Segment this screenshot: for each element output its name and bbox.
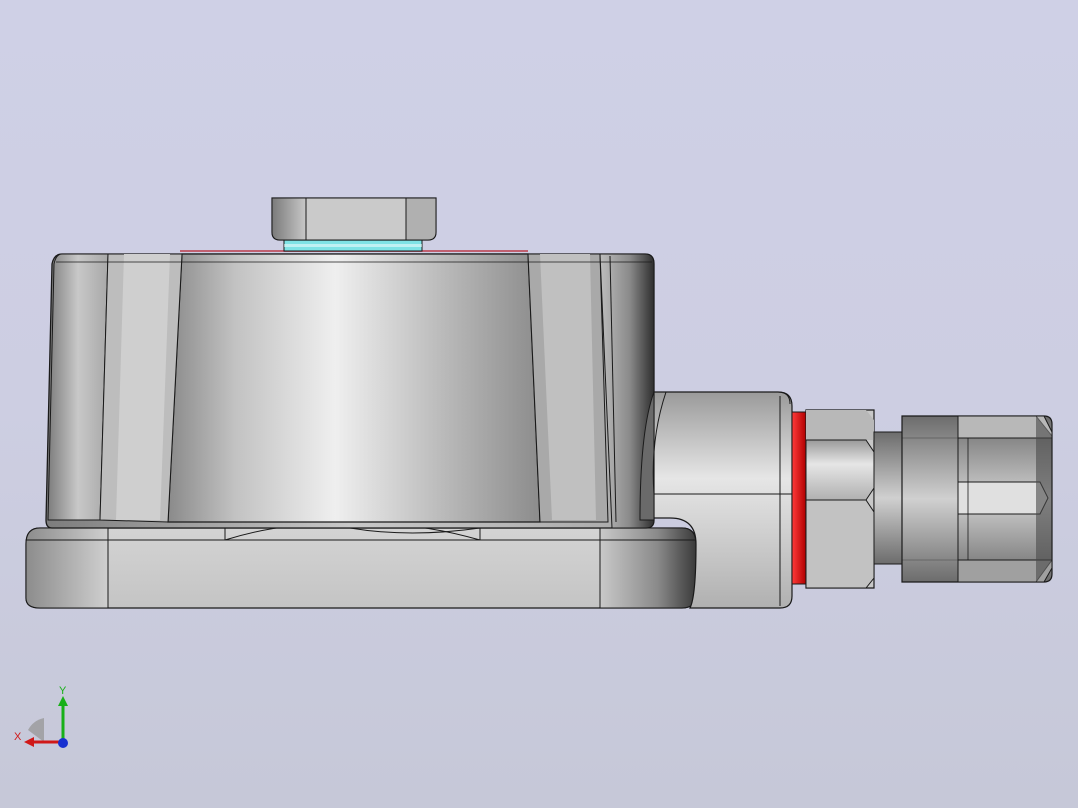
x-axis-label: X [14,731,22,743]
housing-body[interactable] [45,250,655,529]
hex-nut[interactable] [805,409,875,589]
axis-triad: Y X [14,685,68,748]
y-axis-arrowhead-icon [58,696,68,706]
connector-neck[interactable] [873,431,905,565]
top-hex-bolt[interactable] [271,197,437,252]
z-axis-dot-icon [58,738,68,748]
red-seal-ring[interactable] [791,411,807,585]
base-flange[interactable] [25,522,697,609]
y-axis-label: Y [59,685,67,697]
triad-quarter-disk-icon [28,718,44,742]
coupling-nut[interactable] [901,415,1053,583]
x-axis-arrowhead-icon [24,737,34,747]
cad-model[interactable] [0,0,1078,808]
3d-viewport[interactable]: Y X [0,0,1078,808]
